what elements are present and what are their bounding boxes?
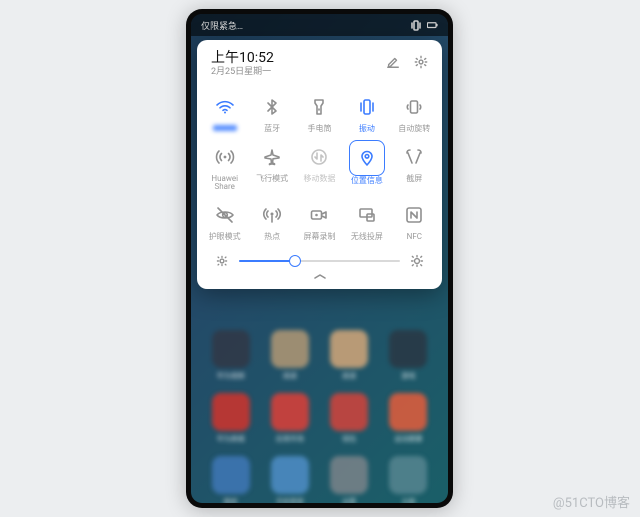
tile-label: 手电筒 <box>307 125 331 133</box>
panel-header: 上午10:52 2月25日星期一 <box>197 50 442 85</box>
battery-icon <box>427 20 438 31</box>
cast-icon <box>353 201 381 229</box>
bluetooth-icon <box>258 93 286 121</box>
tile-autorotate[interactable]: 自动旋转 <box>391 87 438 137</box>
expand-handle[interactable] <box>197 271 442 285</box>
home-screen: 华为视频 阅读 阅读 游戏 华为商城 应用市场 钱包 运动健康 图库 手机管家 … <box>191 324 448 503</box>
tile-label: 无线投屏 <box>351 233 383 241</box>
hotspot-icon <box>258 201 286 229</box>
tile-vibrate[interactable]: 振动 <box>343 87 390 137</box>
airplane-icon <box>258 143 286 171</box>
tile-label: 振动 <box>359 125 375 133</box>
sun-high-icon <box>410 254 424 268</box>
mobiledata-icon <box>305 143 333 171</box>
sun-low-icon <box>215 254 229 268</box>
screenshot-icon <box>400 143 428 171</box>
phone-screen: 仅限紧急… 华为视频 阅读 阅读 游戏 华为商城 应用市场 钱包 运动健康 图库 <box>191 14 448 503</box>
screenrec-icon <box>305 201 333 229</box>
tile-huawei-share[interactable]: Huawei Share <box>201 137 248 195</box>
tile-label: 蓝牙 <box>264 125 280 133</box>
vibrate-icon <box>353 93 381 121</box>
eyecare-icon <box>211 201 239 229</box>
wifi-icon <box>211 93 239 121</box>
tiles-grid: 蓝牙 手电筒 振动 自 <box>197 85 442 247</box>
vibrate-icon <box>411 20 422 31</box>
tile-label: 热点 <box>264 233 280 241</box>
tile-label: 屏幕录制 <box>303 233 335 241</box>
phone-frame: 仅限紧急… 华为视频 阅读 阅读 游戏 华为商城 应用市场 钱包 运动健康 图库 <box>186 9 453 508</box>
edit-icon[interactable] <box>386 54 400 73</box>
tile-label: 飞行模式 <box>256 175 288 183</box>
statusbar-carrier: 仅限紧急… <box>201 19 243 32</box>
tile-label: 移动数据 <box>303 175 335 183</box>
tile-nfc[interactable]: NFC <box>391 195 438 245</box>
tile-location[interactable]: 位置信息 <box>343 137 390 195</box>
tile-screenrec[interactable]: 屏幕录制 <box>296 195 343 245</box>
tile-label: 自动旋转 <box>398 125 430 133</box>
tile-label: 护眼模式 <box>209 233 241 241</box>
location-icon <box>349 140 385 176</box>
tile-torch[interactable]: 手电筒 <box>296 87 343 137</box>
tile-airplane[interactable]: 飞行模式 <box>248 137 295 195</box>
tile-label: 截屏 <box>406 175 422 183</box>
nfc-icon <box>400 201 428 229</box>
tile-hotspot[interactable]: 热点 <box>248 195 295 245</box>
clock-date: 2月25日星期一 <box>211 67 274 77</box>
autorotate-icon <box>400 93 428 121</box>
clock-time: 上午10:52 <box>211 50 274 66</box>
time-date-block[interactable]: 上午10:52 2月25日星期一 <box>211 50 274 77</box>
tile-bluetooth[interactable]: 蓝牙 <box>248 87 295 137</box>
status-bar: 仅限紧急… <box>191 14 448 36</box>
slider-fill <box>239 260 295 262</box>
settings-icon[interactable] <box>414 54 428 73</box>
quick-settings-panel: 上午10:52 2月25日星期一 <box>197 40 442 289</box>
tile-wifi[interactable] <box>201 87 248 137</box>
tile-label: Huawei Share <box>201 175 248 191</box>
huawei-share-icon <box>211 143 239 171</box>
tile-mobiledata[interactable]: 移动数据 <box>296 137 343 195</box>
brightness-slider[interactable] <box>239 253 400 269</box>
tile-label: 位置信息 <box>351 177 383 185</box>
tile-wifi-label-blurred <box>213 125 237 131</box>
brightness-row <box>197 247 442 271</box>
tile-eyecare[interactable]: 护眼模式 <box>201 195 248 245</box>
flashlight-icon <box>305 93 333 121</box>
watermark: @51CTO博客 <box>553 492 630 511</box>
status-right <box>411 20 438 31</box>
slider-thumb[interactable] <box>289 255 301 267</box>
tile-cast[interactable]: 无线投屏 <box>343 195 390 245</box>
tile-label: NFC <box>407 233 422 241</box>
tile-screenshot[interactable]: 截屏 <box>391 137 438 195</box>
